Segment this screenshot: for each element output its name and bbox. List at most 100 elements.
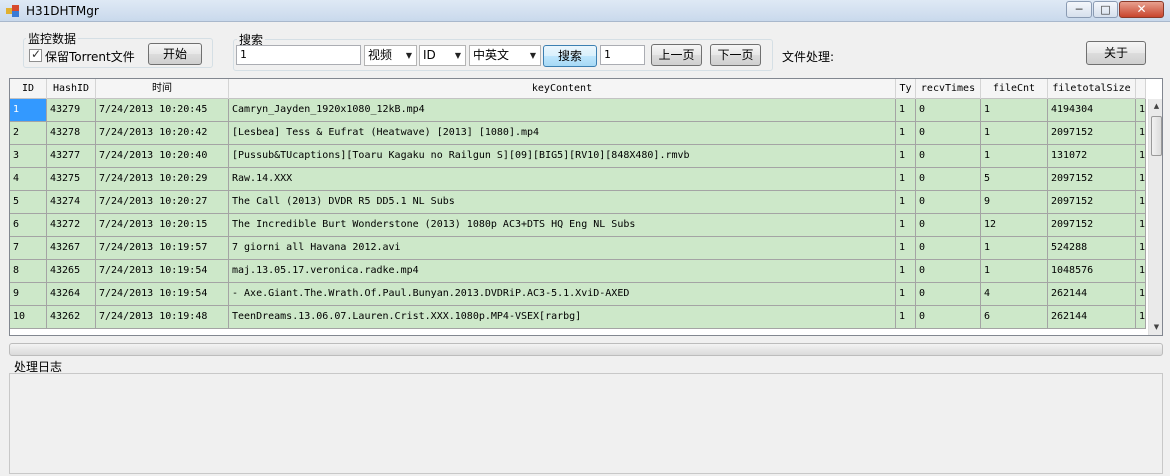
cell-filetotalsize[interactable]: 4194304 <box>1048 99 1136 122</box>
cell-extra[interactable]: 1 <box>1136 260 1146 283</box>
cell-type[interactable]: 1 <box>896 260 916 283</box>
start-button[interactable]: 开始 <box>148 43 202 65</box>
cell-hashid[interactable]: 43279 <box>47 99 96 122</box>
cell-type[interactable]: 1 <box>896 283 916 306</box>
scroll-up-icon[interactable]: ▲ <box>1149 102 1162 110</box>
cell-recvtimes[interactable]: 0 <box>916 306 981 329</box>
cell-time[interactable]: 7/24/2013 10:19:57 <box>96 237 229 260</box>
cell-time[interactable]: 7/24/2013 10:20:45 <box>96 99 229 122</box>
cell-extra[interactable]: 1 <box>1136 145 1146 168</box>
cell-hashid[interactable]: 43264 <box>47 283 96 306</box>
cell-type[interactable]: 1 <box>896 191 916 214</box>
cell-keycontent[interactable]: Camryn_Jayden_1920x1080_12kB.mp4 <box>229 99 896 122</box>
cell-extra[interactable]: 1 <box>1136 306 1146 329</box>
column-header-id[interactable]: ID <box>10 79 47 99</box>
column-header-extra[interactable] <box>1136 79 1146 99</box>
maximize-button[interactable]: □ <box>1093 1 1118 18</box>
cell-id[interactable]: 9 <box>10 283 47 306</box>
cell-extra[interactable]: 1 <box>1136 168 1146 191</box>
table-row[interactable]: 5 43274 7/24/2013 10:20:27 The Call (2013) … <box>10 191 1146 214</box>
column-header-time[interactable]: 时间 <box>96 79 229 99</box>
cell-id[interactable]: 4 <box>10 168 47 191</box>
scroll-thumb[interactable] <box>1151 116 1162 156</box>
language-combo[interactable]: 中英文 ▼ <box>469 45 541 66</box>
cell-filetotalsize[interactable]: 262144 <box>1048 306 1136 329</box>
table-row[interactable]: 6 43272 7/24/2013 10:20:15 The Incredible B… <box>10 214 1146 237</box>
cell-filecnt[interactable]: 1 <box>981 99 1048 122</box>
table-row[interactable]: 3 43277 7/24/2013 10:20:40 [Pussub&TUcaptio… <box>10 145 1146 168</box>
grid-vertical-scrollbar[interactable]: ▲ ▼ <box>1148 99 1162 335</box>
cell-filetotalsize[interactable]: 2097152 <box>1048 168 1136 191</box>
cell-id[interactable]: 3 <box>10 145 47 168</box>
cell-type[interactable]: 1 <box>896 168 916 191</box>
column-header-type[interactable]: Ty <box>896 79 916 99</box>
cell-keycontent[interactable]: maj.13.05.17.veronica.radke.mp4 <box>229 260 896 283</box>
cell-hashid[interactable]: 43267 <box>47 237 96 260</box>
cell-time[interactable]: 7/24/2013 10:19:48 <box>96 306 229 329</box>
cell-hashid[interactable]: 43262 <box>47 306 96 329</box>
cell-time[interactable]: 7/24/2013 10:19:54 <box>96 260 229 283</box>
column-header-recvtimes[interactable]: recvTimes <box>916 79 981 99</box>
cell-time[interactable]: 7/24/2013 10:20:27 <box>96 191 229 214</box>
cell-filecnt[interactable]: 1 <box>981 145 1048 168</box>
table-row[interactable]: 10 43262 7/24/2013 10:19:48 TeenDreams.13.0… <box>10 306 1146 329</box>
page-input[interactable]: 1 <box>600 45 645 65</box>
table-row[interactable]: 1 43279 7/24/2013 10:20:45 Camryn_Jayden_19… <box>10 99 1146 122</box>
column-header-filecnt[interactable]: fileCnt <box>981 79 1048 99</box>
cell-type[interactable]: 1 <box>896 214 916 237</box>
table-row[interactable]: 7 43267 7/24/2013 10:19:57 7 giorni all Hav… <box>10 237 1146 260</box>
cell-time[interactable]: 7/24/2013 10:20:29 <box>96 168 229 191</box>
cell-extra[interactable]: 1 <box>1136 214 1146 237</box>
about-button[interactable]: 关于 <box>1086 41 1146 65</box>
close-window-button[interactable]: ✕ <box>1119 1 1164 18</box>
cell-extra[interactable]: 1 <box>1136 283 1146 306</box>
cell-type[interactable]: 1 <box>896 306 916 329</box>
cell-filecnt[interactable]: 5 <box>981 168 1048 191</box>
cell-extra[interactable]: 1 <box>1136 99 1146 122</box>
results-grid[interactable]: ID HashID 时间 keyContent Ty recvTimes fil… <box>9 78 1163 336</box>
cell-keycontent[interactable]: [Lesbea] Tess & Eufrat (Heatwave) [2013]… <box>229 122 896 145</box>
cell-hashid[interactable]: 43277 <box>47 145 96 168</box>
table-row[interactable]: 9 43264 7/24/2013 10:19:54- Axe.Giant.The.… <box>10 283 1146 306</box>
cell-type[interactable]: 1 <box>896 99 916 122</box>
cell-filetotalsize[interactable]: 262144 <box>1048 283 1136 306</box>
cell-recvtimes[interactable]: 0 <box>916 237 981 260</box>
cell-filetotalsize[interactable]: 2097152 <box>1048 191 1136 214</box>
column-header-keycontent[interactable]: keyContent <box>229 79 896 99</box>
cell-extra[interactable]: 1 <box>1136 122 1146 145</box>
cell-recvtimes[interactable]: 0 <box>916 283 981 306</box>
search-button[interactable]: 搜索 <box>543 45 597 67</box>
cell-filecnt[interactable]: 1 <box>981 122 1048 145</box>
cell-keycontent[interactable]: TeenDreams.13.06.07.Lauren.Crist.XXX.108… <box>229 306 896 329</box>
next-page-button[interactable]: 下一页 <box>710 44 761 66</box>
cell-time[interactable]: 7/24/2013 10:20:40 <box>96 145 229 168</box>
table-row[interactable]: 4 43275 7/24/2013 10:20:29 Raw.14.XXX 1 0 5 209… <box>10 168 1146 191</box>
cell-id[interactable]: 7 <box>10 237 47 260</box>
cell-keycontent[interactable]: The Call (2013) DVDR R5 DD5.1 NL Subs <box>229 191 896 214</box>
cell-filecnt[interactable]: 12 <box>981 214 1048 237</box>
column-header-hashid[interactable]: HashID <box>47 79 96 99</box>
cell-hashid[interactable]: 43272 <box>47 214 96 237</box>
cell-keycontent[interactable]: - Axe.Giant.The.Wrath.Of.Paul.Bunyan.201… <box>229 283 896 306</box>
column-header-filetotalsize[interactable]: filetotalSize <box>1048 79 1136 99</box>
cell-filetotalsize[interactable]: 2097152 <box>1048 214 1136 237</box>
cell-hashid[interactable]: 43265 <box>47 260 96 283</box>
cell-type[interactable]: 1 <box>896 145 916 168</box>
prev-page-button[interactable]: 上一页 <box>651 44 702 66</box>
cell-filecnt[interactable]: 6 <box>981 306 1048 329</box>
cell-id[interactable]: 1 <box>10 99 47 122</box>
cell-hashid[interactable]: 43275 <box>47 168 96 191</box>
search-input[interactable]: 1 <box>236 45 361 65</box>
cell-time[interactable]: 7/24/2013 10:20:15 <box>96 214 229 237</box>
cell-id[interactable]: 2 <box>10 122 47 145</box>
table-row[interactable]: 2 43278 7/24/2013 10:20:42 [Lesbea] Tess & … <box>10 122 1146 145</box>
cell-type[interactable]: 1 <box>896 237 916 260</box>
cell-time[interactable]: 7/24/2013 10:20:42 <box>96 122 229 145</box>
cell-recvtimes[interactable]: 0 <box>916 122 981 145</box>
minimize-button[interactable]: ─ <box>1066 1 1092 18</box>
cell-filecnt[interactable]: 1 <box>981 237 1048 260</box>
scroll-down-icon[interactable]: ▼ <box>1149 323 1162 331</box>
cell-recvtimes[interactable]: 0 <box>916 145 981 168</box>
cell-id[interactable]: 5 <box>10 191 47 214</box>
keep-torrent-checkbox[interactable]: ✓ <box>29 47 42 62</box>
